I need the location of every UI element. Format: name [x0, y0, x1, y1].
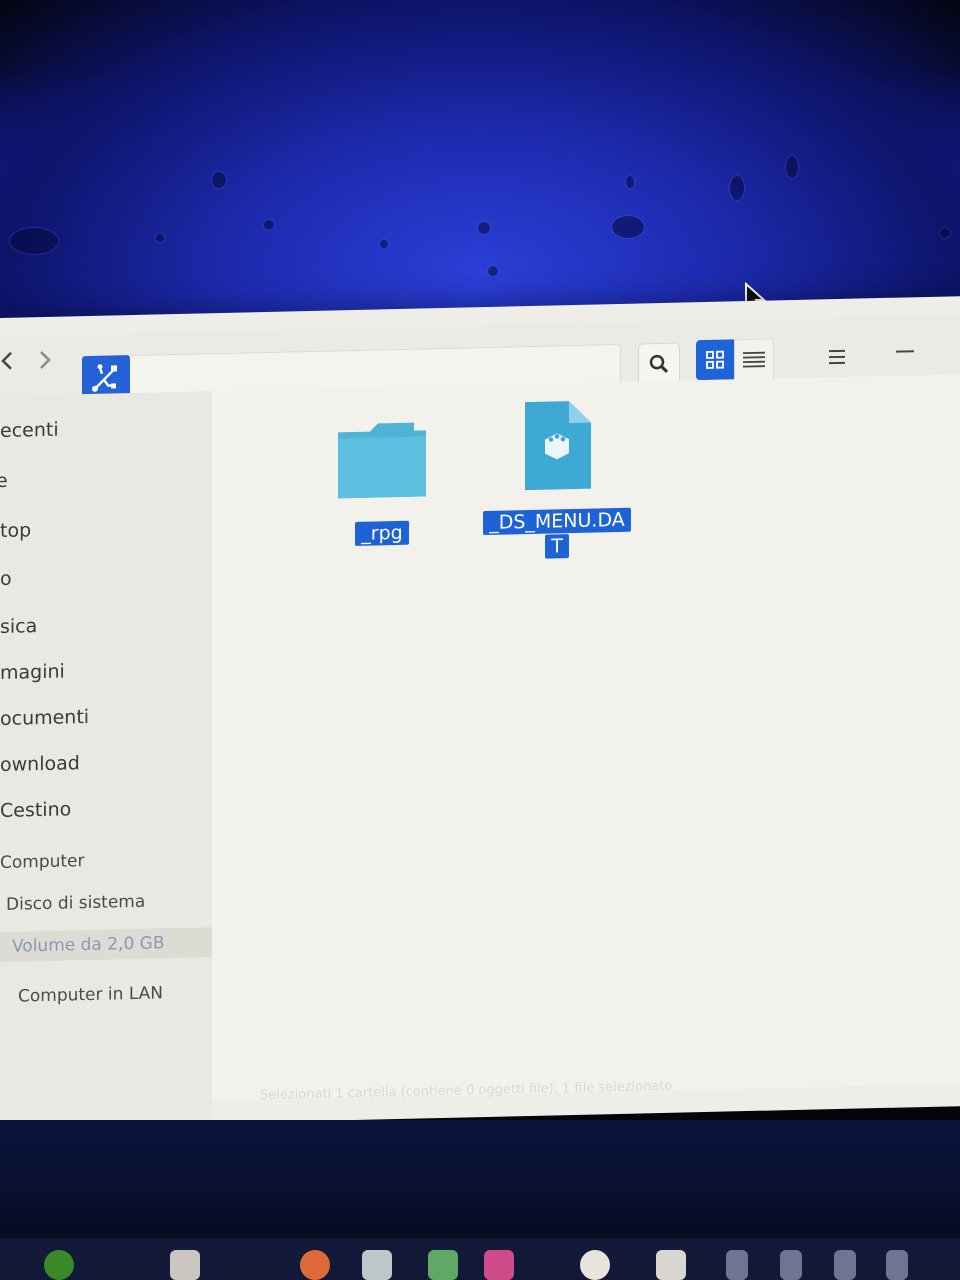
file-name: _DS_MENU.DA: [483, 507, 631, 536]
taskbar: [0, 1238, 960, 1280]
water-drop: [488, 266, 498, 276]
sidebar-item-recent[interactable]: ecenti: [0, 415, 59, 446]
sidebar-item-downloads[interactable]: ownload: [0, 748, 80, 780]
file-view: _rpg _DS_MENU.DA T: [212, 374, 960, 1102]
water-drop: [212, 172, 226, 188]
data-file-icon: [525, 401, 591, 491]
search-icon: [649, 354, 669, 373]
list-view-icon: [743, 351, 765, 368]
file-item-folder[interactable]: _rpg: [332, 414, 432, 546]
file-name-wrap: T: [545, 534, 569, 559]
system-tray-icon[interactable]: [780, 1250, 802, 1280]
forward-button[interactable]: [32, 349, 58, 380]
water-drop: [380, 240, 388, 248]
app-icon[interactable]: [428, 1250, 458, 1280]
system-tray-icon[interactable]: [834, 1250, 856, 1280]
water-drop: [10, 228, 58, 254]
water-drop: [478, 222, 490, 234]
sidebar-item-label: Volume da 2,0 GB: [12, 933, 165, 957]
app-icon[interactable]: [362, 1250, 392, 1280]
sidebar: ecenti e top o sica magini ocumenti ownl…: [0, 391, 248, 1126]
grid-view-icon: [706, 350, 724, 369]
folder-icon: [338, 422, 426, 499]
sidebar-item-home[interactable]: e: [0, 466, 8, 496]
sidebar-item-usb-volume[interactable]: Volume da 2,0 GB ▲: [0, 926, 248, 962]
water-drop: [786, 156, 798, 178]
app-icon[interactable]: [656, 1250, 686, 1280]
search-button[interactable]: [638, 342, 680, 386]
minimize-button[interactable]: [890, 333, 920, 374]
list-view-button[interactable]: [734, 338, 774, 382]
minimize-icon: [896, 350, 914, 353]
water-drop: [940, 228, 950, 238]
spotify-icon[interactable]: [44, 1250, 74, 1280]
sidebar-item-pictures[interactable]: magini: [0, 657, 65, 688]
main-menu-button[interactable]: [820, 337, 854, 378]
app-icon[interactable]: [170, 1250, 200, 1280]
sidebar-item-video[interactable]: o: [0, 564, 12, 594]
grid-view-button[interactable]: [696, 339, 734, 381]
water-drop: [156, 234, 164, 242]
sidebar-item-trash[interactable]: Cestino: [0, 794, 71, 826]
water-drop: [730, 176, 744, 200]
file-manager-window: ecenti e top o sica magini ocumenti ownl…: [0, 296, 960, 1128]
sidebar-item-network[interactable]: Computer in LAN: [18, 978, 163, 1011]
sidebar-item-documents[interactable]: ocumenti: [0, 702, 89, 734]
app-icon[interactable]: [580, 1250, 610, 1280]
sidebar-item-system-disk[interactable]: Disco di sistema: [6, 887, 145, 920]
firefox-icon[interactable]: [300, 1250, 330, 1280]
network-icon[interactable]: [886, 1250, 908, 1280]
volume-icon[interactable]: [726, 1250, 748, 1280]
app-icon[interactable]: [484, 1250, 514, 1280]
water-drop: [612, 216, 644, 238]
water-drop: [626, 176, 634, 188]
hamburger-menu-icon: [829, 349, 845, 365]
chevron-left-icon: [1, 351, 12, 370]
sidebar-item-music[interactable]: sica: [0, 611, 37, 642]
back-button[interactable]: [0, 350, 20, 381]
sidebar-item-desktop[interactable]: top: [0, 515, 31, 546]
chevron-right-icon: [40, 351, 51, 369]
water-drop: [264, 220, 274, 230]
file-name: _rpg: [355, 520, 409, 546]
file-item-data[interactable]: _DS_MENU.DA T: [482, 398, 632, 561]
sidebar-section-computer[interactable]: Computer: [0, 846, 85, 878]
